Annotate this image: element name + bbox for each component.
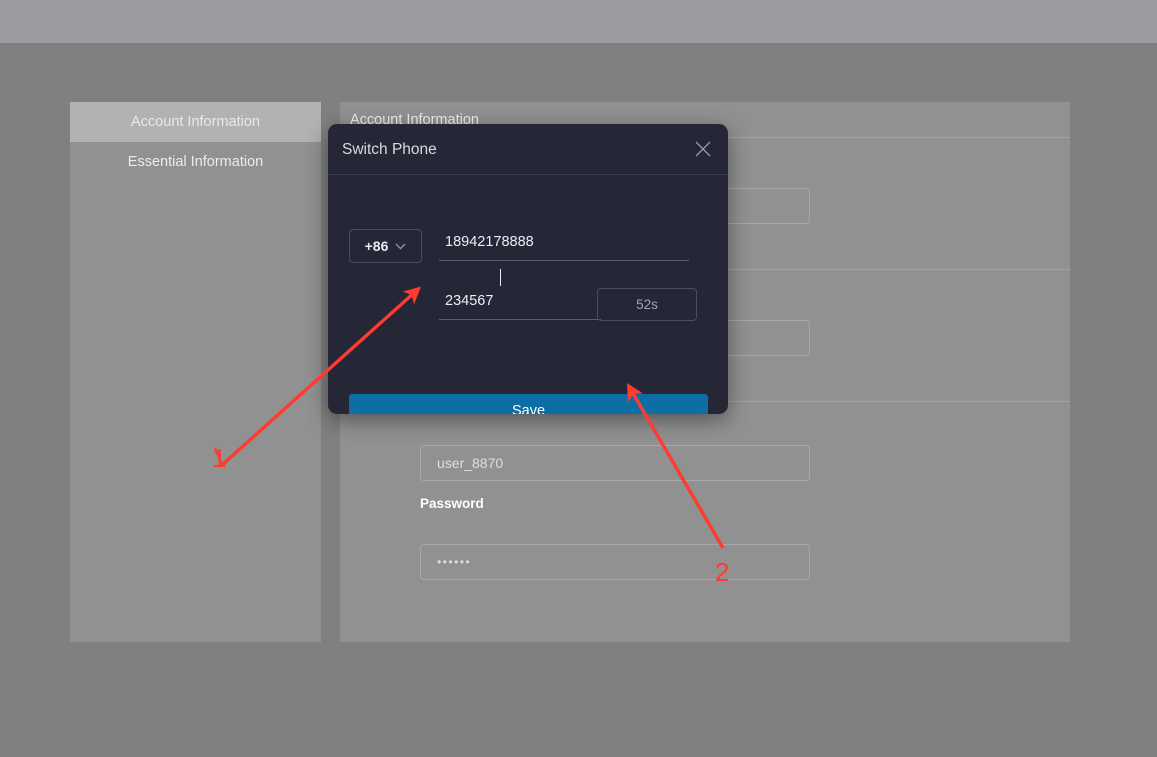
sidebar-item-label: Essential Information [127, 154, 264, 170]
send-code-timer-label: 52s [636, 297, 658, 312]
save-button[interactable]: Save [349, 394, 708, 414]
password-field[interactable]: •••••• [420, 544, 810, 580]
send-code-timer-button[interactable]: 52s [597, 288, 697, 321]
section-account: user_8870 Password •••••• Change passwor… [340, 402, 1070, 641]
sidebar-item-essential-information[interactable]: Essential Information [70, 142, 321, 182]
country-code-value: +86 [364, 238, 389, 254]
annotation-number-1: 1 [212, 443, 227, 473]
username-field[interactable]: user_8870 [420, 445, 810, 481]
modal-title: Switch Phone [342, 141, 437, 158]
close-icon[interactable] [692, 138, 714, 160]
sidebar-item-label: Account Information [131, 114, 260, 130]
browser-top-bar [0, 0, 1157, 43]
sidebar: Account Information Essential Informatio… [70, 102, 321, 642]
username-field-value: user_8870 [437, 455, 504, 471]
password-field-value: •••••• [437, 555, 472, 569]
verification-code-input[interactable] [439, 288, 601, 320]
text-caret [500, 269, 501, 286]
phone-number-input[interactable] [439, 229, 689, 261]
chevron-down-icon [395, 237, 406, 255]
modal-header: Switch Phone [328, 124, 728, 175]
switch-phone-modal: Switch Phone +86 52s Save [328, 124, 728, 414]
annotation-number-2: 2 [715, 557, 730, 587]
modal-body: +86 52s Save [328, 175, 728, 414]
sidebar-item-account-information[interactable]: Account Information [70, 102, 321, 142]
password-label: Password [420, 496, 484, 511]
country-code-select[interactable]: +86 [349, 229, 422, 263]
